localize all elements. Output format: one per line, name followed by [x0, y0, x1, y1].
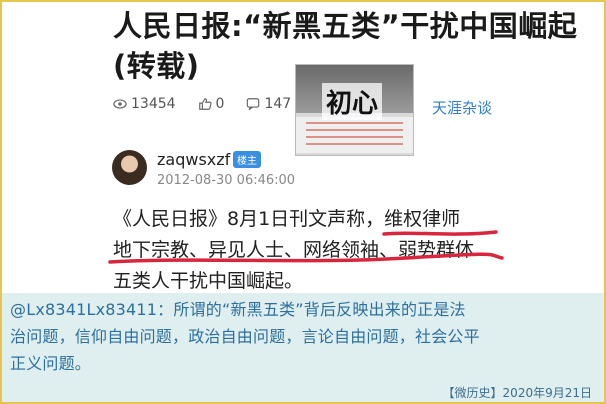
- title-line-1: 人民日报:“新黑五类”干扰中国崛起: [113, 9, 578, 43]
- view-count: 13454: [131, 96, 176, 112]
- comment-panel: @Lx8341Lx83411：所谓的“新黑五类”背后反映出来的正是法 治问题，信…: [0, 293, 606, 381]
- article-stats: 13454 0 147: [113, 96, 291, 112]
- article-thumbnail[interactable]: 初心: [295, 64, 414, 156]
- article-panel: 人民日报:“新黑五类”干扰中国崛起 (转载) 13454 0 147 初心 天涯…: [0, 0, 606, 293]
- comment-line-2: 治问题，信仰自由问题，政治自由问题，言论自由问题，社会公平: [10, 327, 480, 346]
- thumbnail-text-strip: [296, 117, 413, 153]
- thumbnail-caption: 初心: [322, 83, 383, 120]
- comment-count: 147: [264, 96, 292, 112]
- like-count: 0: [215, 96, 225, 112]
- username[interactable]: zaqwsxzf: [157, 150, 230, 169]
- author-badge: 楼主: [233, 151, 261, 168]
- footer-label: 【微历史】2020年9月21日: [442, 386, 592, 400]
- red-underline-2: [108, 252, 504, 264]
- comment-icon[interactable]: [246, 97, 260, 111]
- source-link[interactable]: 天涯杂谈: [432, 97, 492, 118]
- eye-icon: [113, 99, 127, 109]
- thumbs-up-icon[interactable]: [198, 97, 212, 111]
- comment-line-3: 正义问题。: [10, 354, 92, 373]
- comment-text: @Lx8341Lx83411：所谓的“新黑五类”背后反映出来的正是法 治问题，信…: [10, 296, 600, 377]
- screenshot-frame: 人民日报:“新黑五类”干扰中国崛起 (转载) 13454 0 147 初心 天涯…: [0, 0, 606, 404]
- avatar[interactable]: [112, 150, 147, 185]
- comment-line-1: @Lx8341Lx83411：所谓的“新黑五类”背后反映出来的正是法: [10, 300, 466, 319]
- footer-bar: 【微历史】2020年9月21日: [0, 381, 606, 404]
- red-underline-1: [382, 230, 498, 236]
- post-timestamp: 2012-08-30 06:46:00: [157, 173, 296, 188]
